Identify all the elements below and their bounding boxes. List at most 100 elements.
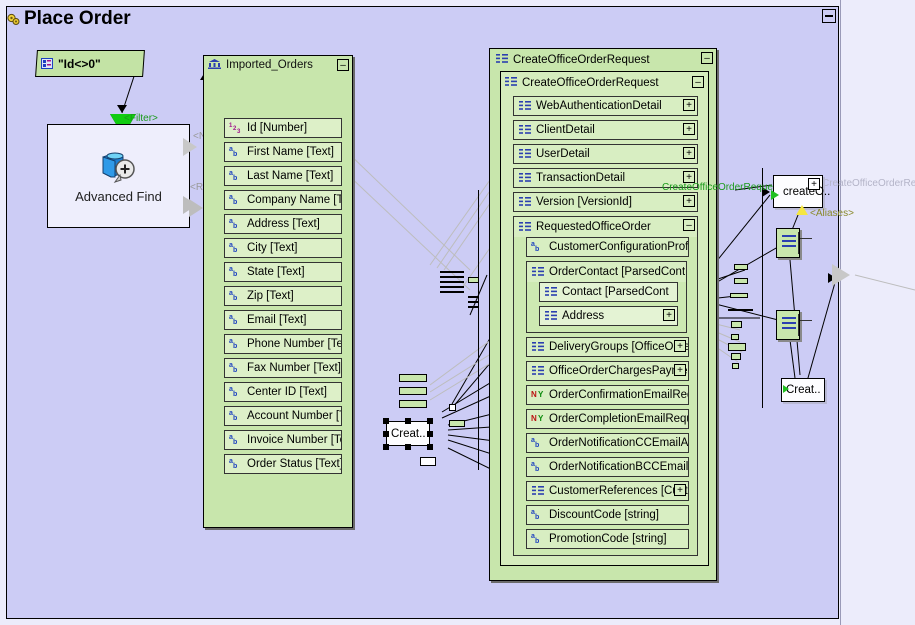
node-label: CustomerReferences [Cust [549,485,688,497]
create-order-node[interactable]: createO.. + [773,175,830,208]
collapsed-lines-glyph-2[interactable] [468,296,478,311]
table-field-row[interactable]: ab Company Name [Tex [224,190,342,210]
table-field-row[interactable]: a b Center ID [Text] [224,382,342,402]
selected-create-node[interactable]: Creat.. [386,421,430,446]
collapsed-node-marker[interactable] [468,277,479,283]
text-type-icon: ab [229,265,242,279]
tree-node-row[interactable]: Version [VersionId] + [513,192,698,212]
collapsed-node-marker[interactable] [449,404,456,411]
expand-button[interactable]: + [663,309,675,321]
xml-tree-icon [518,148,531,161]
imported-orders-collapse-button[interactable]: – [337,59,349,71]
mapping-node-1[interactable] [776,228,812,258]
tree-node-row[interactable]: Contact [ParsedCont [539,282,678,302]
tree-node-row[interactable]: ClientDetail + [513,120,698,140]
xml-tree-icon [531,365,544,378]
selection-handle[interactable] [405,418,411,424]
tree-node-row[interactable]: N Y OrderCompletionEmailRequ [526,409,689,429]
request-root-label: CreateOfficeOrderRequest [522,77,659,89]
collapse-button[interactable]: – [683,219,695,231]
expand-button[interactable]: + [683,123,695,135]
table-field-row[interactable]: a b Zip [Text] [224,286,342,306]
request-root-collapse-button[interactable]: – [692,76,704,88]
ghost-request-label: CreateOfficeOrderRe[ [822,178,915,189]
collapsed-node-marker[interactable] [728,343,746,351]
collapsed-node-marker[interactable] [734,264,748,270]
selection-handle[interactable] [405,444,411,450]
svg-text:b: b [233,199,237,205]
tree-node-row[interactable]: a b CustomerConfigurationProfi [526,237,689,257]
advanced-find-node[interactable]: Advanced Find [47,124,190,228]
expand-button[interactable]: + [683,99,695,111]
imported-orders-box[interactable]: Imported_Orders – 1 2 3 Id [Number] a b First … [203,55,353,528]
mapping-node-2[interactable] [776,310,812,340]
collapsed-lines-glyph[interactable] [440,271,464,296]
table-field-row[interactable]: a b City [Text] [224,238,342,258]
expand-button[interactable]: + [674,364,686,376]
selection-handle[interactable] [427,418,433,424]
node-label: UserDetail [536,148,590,160]
collapsed-node-marker[interactable] [399,374,427,382]
order-contact-group[interactable]: OrderContact [ParsedCont Contact [ParsedC… [526,261,687,333]
tree-node-row[interactable]: a b DiscountCode [string] [526,505,689,525]
selection-handle[interactable] [383,418,389,424]
table-field-row[interactable]: a b State [Text] [224,262,342,282]
expand-button[interactable]: + [674,340,686,352]
collapsed-node-marker[interactable] [732,363,739,369]
collapsed-node-marker[interactable] [399,400,427,408]
plus-icon: + [811,178,817,190]
tree-node-row[interactable]: a b OrderNotificationBCCEmail [526,457,689,477]
table-field-row[interactable]: a b First Name [Text] [224,142,342,162]
node-label: WebAuthenticationDetail [536,100,662,112]
requested-office-order-header[interactable]: RequestedOfficeOrder – [514,217,697,237]
tree-node-row[interactable]: UserDetail + [513,144,698,164]
divider [798,232,799,254]
table-field-row[interactable]: ab Invoice Number [Tex [224,430,342,450]
tree-node-row[interactable]: CustomerReferences [Cust + [526,481,689,501]
selection-handle[interactable] [427,431,433,437]
table-field-row[interactable]: 1 2 3 Id [Number] [224,118,342,138]
order-contact-header[interactable]: OrderContact [ParsedCont [527,262,686,282]
collapsed-node-marker[interactable] [730,293,748,298]
request-tree-box[interactable]: CreateOfficeOrderRequest – CreateOfficeO… [489,48,717,581]
table-field-row[interactable]: a b Fax Number [Text] [224,358,342,378]
table-field-row[interactable]: a b Account Number [Te [224,406,342,426]
tree-node-row[interactable]: a b OrderNotificationCCEmailA [526,433,689,453]
table-field-row[interactable]: a b Email [Text] [224,310,342,330]
tree-node-row[interactable]: DeliveryGroups [OfficeOrde + [526,337,689,357]
table-field-row[interactable]: a b Address [Text] [224,214,342,234]
svg-text:b: b [233,367,237,373]
collapsed-node-marker[interactable] [731,334,739,340]
collapsed-node-marker[interactable] [420,457,436,466]
collapsed-node-marker[interactable] [731,353,741,360]
collapsed-node-marker[interactable] [734,278,748,284]
boolean-type-icon: NY [531,412,544,426]
tree-node-row[interactable]: a b PromotionCode [string] [526,529,689,549]
svg-text:Y: Y [538,414,544,423]
requested-office-order-group[interactable]: RequestedOfficeOrder – a b CustomerConfigura… [513,216,698,556]
expand-button[interactable]: + [674,484,686,496]
collapsed-node-marker[interactable] [731,321,742,328]
expand-button[interactable]: + [683,195,695,207]
table-field-row[interactable]: a b Last Name [Text] [224,166,342,186]
map-bars-icon [782,317,796,332]
create-order-expand-button[interactable]: + [808,178,820,190]
panel-collapse-button[interactable] [822,9,836,23]
table-field-row[interactable]: a b Order Status [Text] [224,454,342,474]
selection-handle[interactable] [383,431,389,437]
tree-node-row[interactable]: WebAuthenticationDetail + [513,96,698,116]
selection-handle[interactable] [427,444,433,450]
table-field-row[interactable]: ab Phone Number [Text [224,334,342,354]
collapsed-lines-glyph-3[interactable] [728,309,753,314]
output-port-right[interactable] [832,264,850,286]
expand-button[interactable]: + [683,147,695,159]
collapsed-node-marker[interactable] [399,387,427,395]
tree-node-row[interactable]: OfficeOrderChargesPaymen + [526,361,689,381]
request-tree-collapse-button[interactable]: – [701,52,713,64]
collapsed-node-marker[interactable] [449,420,465,427]
filter-expression-node[interactable]: "Id<>0" [35,50,145,77]
selection-handle[interactable] [383,444,389,450]
tree-node-row[interactable]: Address + [539,306,678,326]
output-port-records-2[interactable] [189,199,203,217]
tree-node-row[interactable]: N Y OrderConfirmationEmailReq [526,385,689,405]
